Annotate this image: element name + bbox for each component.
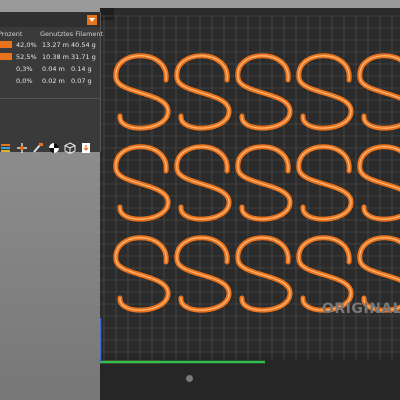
header-percent: Prozent	[0, 30, 23, 38]
row-length: 10.38 m	[42, 53, 70, 61]
model-curve	[296, 53, 354, 131]
color-swatch	[0, 53, 12, 60]
row-percent: 52,5%	[16, 53, 37, 61]
model-curve	[235, 53, 293, 131]
print-bed-marker	[186, 375, 193, 382]
layers-icon[interactable]	[0, 142, 12, 154]
row-weight: 31.71 g	[71, 53, 96, 61]
color-swatch	[0, 41, 12, 48]
model-curve	[235, 235, 293, 313]
row-percent: 0,3%	[16, 65, 33, 73]
move-icon[interactable]	[16, 142, 28, 154]
stats-row: 0,0% 0.02 m 0.07 g	[0, 76, 100, 86]
stats-row: 0,3% 0.04 m 0.14 g	[0, 64, 100, 74]
bed-logo: ORIGINAL P	[322, 301, 400, 317]
view-toolbar	[0, 142, 100, 158]
filament-stats-panel: Prozent Genutztes Filament 42,0% 13.27 m…	[0, 12, 104, 154]
row-weight: 0.14 g	[71, 65, 92, 73]
printed-model	[113, 53, 400, 313]
panel-divider	[0, 98, 100, 99]
stats-row: 42,0% 13.27 m 40.54 g	[0, 40, 100, 50]
model-curve	[113, 235, 171, 313]
row-percent: 42,0%	[16, 41, 37, 49]
model-curve	[113, 53, 171, 131]
header-filament: Genutztes Filament	[40, 30, 104, 38]
brush-icon[interactable]	[32, 142, 44, 154]
panel-header	[0, 12, 100, 27]
row-percent: 0,0%	[16, 77, 33, 85]
row-length: 0.02 m	[42, 77, 65, 85]
row-weight: 0.07 g	[71, 77, 92, 85]
color-wheel-icon[interactable]	[48, 142, 60, 154]
chevron-down-icon[interactable]	[87, 15, 97, 25]
stats-row: 52,5% 10.38 m 31.71 g	[0, 52, 100, 62]
model-curve	[174, 53, 232, 131]
model-curve	[296, 235, 354, 313]
model-curve	[174, 235, 232, 313]
export-icon[interactable]	[80, 142, 92, 154]
row-length: 13.27 m	[42, 41, 70, 49]
cube-icon[interactable]	[64, 142, 76, 154]
row-weight: 40.54 g	[71, 41, 96, 49]
row-length: 0.04 m	[42, 65, 65, 73]
